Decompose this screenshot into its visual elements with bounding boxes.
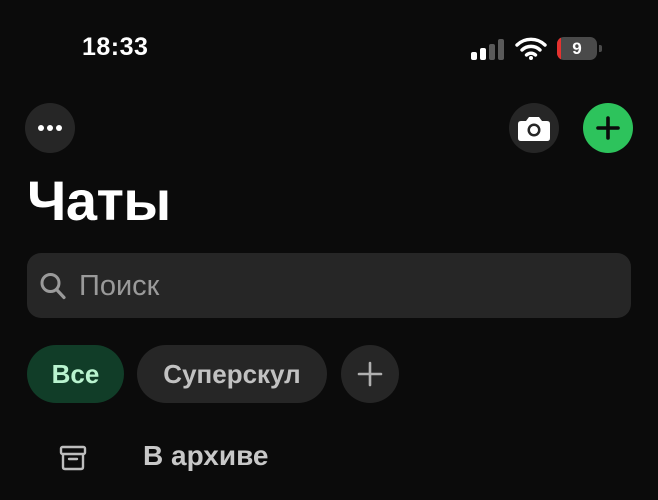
camera-button[interactable] (509, 103, 559, 153)
battery-icon: 9 (557, 37, 602, 60)
archive-box-icon (59, 445, 87, 471)
add-filter-button[interactable] (341, 345, 399, 403)
status-time: 18:33 (82, 33, 149, 61)
new-chat-button[interactable] (583, 103, 633, 153)
cellular-signal-icon (471, 38, 505, 60)
search-icon (40, 273, 66, 300)
filter-chip-label: Суперскул (163, 358, 301, 389)
archive-label: В архиве (143, 440, 269, 471)
wifi-icon (515, 36, 547, 60)
camera-icon (518, 117, 550, 141)
search-input[interactable] (77, 253, 621, 320)
more-options-button[interactable] (25, 103, 75, 153)
plus-icon (357, 361, 383, 387)
search-bar[interactable] (27, 253, 631, 320)
filter-chip-label: Все (51, 358, 100, 389)
page-title: Чаты (27, 169, 171, 232)
archive-row[interactable] (0, 425, 658, 490)
filter-chip-superskul[interactable]: Суперскул (137, 345, 327, 403)
ellipsis-icon (38, 125, 62, 131)
plus-icon (596, 116, 620, 140)
filter-chip-all[interactable]: Все (27, 345, 124, 403)
battery-level: 9 (572, 39, 582, 58)
